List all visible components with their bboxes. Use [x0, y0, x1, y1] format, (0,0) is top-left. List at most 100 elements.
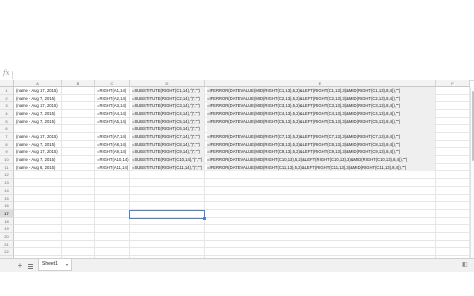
row-header-18[interactable]: 18 [0, 217, 14, 226]
row-header-20[interactable]: 20 [0, 232, 14, 241]
row-header-10[interactable]: 10 [0, 156, 14, 164]
row-header-4[interactable]: 4 [0, 110, 14, 118]
row-header-15[interactable]: 15 [0, 194, 14, 203]
row-header-21[interactable]: 21 [0, 240, 14, 249]
row-header-16[interactable]: 16 [0, 202, 14, 210]
row-header-11[interactable]: 11 [0, 163, 14, 172]
cell-c11[interactable]: =RIGHT(A11,14) [97, 164, 129, 172]
cell-e2[interactable]: =IFERROR(DATEVALUE(MID(RIGHT(C2,13),5,2)… [207, 94, 435, 103]
cell-a5[interactable]: (name - Aug 7, 2015) [16, 118, 61, 126]
cell-c2[interactable]: =RIGHT(A2,14) [97, 95, 129, 103]
cell-c9[interactable]: =RIGHT(A9,14) [97, 148, 129, 156]
row-header-12[interactable]: 12 [0, 171, 14, 180]
cell-a9[interactable]: (name - Aug 17, 2015) [16, 148, 61, 156]
cell-a6[interactable] [16, 125, 61, 133]
row-header-2[interactable]: 2 [0, 94, 14, 103]
cell-c1[interactable]: =RIGHT(A1,14) [97, 87, 129, 95]
table-row: (name - Aug 7, 2015) =RIGHT(A8,14) =SUBSTI… [14, 140, 470, 149]
cell-e6[interactable] [207, 125, 435, 134]
sheet-tab-bar: + Sheet1 ▾ ◧ [0, 258, 474, 272]
column-header-b[interactable]: B [62, 80, 95, 87]
all-sheets-menu-icon[interactable] [27, 261, 35, 270]
table-row [14, 248, 470, 256]
cell-d8[interactable]: =SUBSTITUTE(RIGHT(C8,14),")","") [132, 140, 204, 149]
cell-a8[interactable]: (name - Aug 7, 2015) [16, 141, 61, 149]
table-row: (name - Aug 7, 2015) =RIGHT(A10,14) =SUBST… [14, 156, 470, 164]
row-header-14[interactable]: 14 [0, 186, 14, 195]
cell-c6[interactable] [97, 125, 129, 133]
add-sheet-icon[interactable]: + [16, 261, 24, 270]
cell-e11[interactable]: =IFERROR(DATEVALUE(MID(RIGHT(C11,13),5,2… [207, 163, 435, 172]
table-row: (name - Aug 17, 2015) =RIGHT(A9,14) =SUBST… [14, 148, 470, 157]
table-row [14, 241, 470, 249]
row-header-17[interactable]: 17 [0, 209, 14, 218]
column-header-f[interactable]: F [436, 80, 470, 87]
fx-icon: fx [3, 69, 10, 77]
row-header-22[interactable]: 22 [0, 248, 14, 256]
cell-d3[interactable]: =SUBSTITUTE(RIGHT(C3,14),")","") [132, 102, 204, 111]
cell-c3[interactable]: =RIGHT(A3,14) [97, 102, 129, 110]
cell-a7[interactable]: (name - Aug 17, 2015) [16, 133, 61, 141]
row-header-5[interactable]: 5 [0, 117, 14, 126]
table-row: (name - Aug 17, 2015) =RIGHT(A7,14) =SUBST… [14, 133, 470, 141]
row-header-1[interactable]: 1 [0, 87, 14, 95]
cell-a3[interactable]: (name - Aug 17, 2015) [16, 102, 61, 110]
cell-d2[interactable]: =SUBSTITUTE(RIGHT(C2,14),")","") [132, 94, 204, 103]
row-header-6[interactable]: 6 [0, 125, 14, 134]
cell-d6[interactable]: =SUBSTITUTE(RIGHT(C6,14),")","") [132, 125, 204, 134]
table-row: (name - Aug 17, 2015) =RIGHT(A3,14) =SUBST… [14, 102, 470, 111]
cell-c10[interactable]: =RIGHT(A10,14) [97, 156, 129, 164]
cell-a10[interactable]: (name - Aug 7, 2015) [16, 156, 61, 164]
column-header-d[interactable]: D [130, 80, 205, 87]
cell-c5[interactable]: =RIGHT(A5,14) [97, 118, 129, 126]
row-header-7[interactable]: 7 [0, 133, 14, 141]
row-header-13[interactable]: 13 [0, 179, 14, 187]
select-all-corner[interactable] [0, 80, 14, 87]
cell-d7[interactable]: =SUBSTITUTE(RIGHT(C7,14),")","") [132, 133, 204, 141]
cell-d5[interactable]: =SUBSTITUTE(RIGHT(C5,14),")","") [132, 117, 204, 126]
cell-e9[interactable]: =IFERROR(DATEVALUE(MID(RIGHT(C9,13),5,2)… [207, 148, 435, 157]
row-header-8[interactable]: 8 [0, 140, 14, 149]
cell-c8[interactable]: =RIGHT(A8,14) [97, 141, 129, 149]
cell-d9[interactable]: =SUBSTITUTE(RIGHT(C9,14),")","") [132, 148, 204, 157]
cell-c7[interactable]: =RIGHT(A7,14) [97, 133, 129, 141]
cell-e4[interactable]: =IFERROR(DATEVALUE(MID(RIGHT(C4,13),5,2)… [207, 110, 435, 118]
vertical-scrollbar[interactable] [470, 87, 474, 258]
sheet-tab[interactable]: Sheet1 ▾ [38, 259, 72, 271]
cell-a2[interactable]: (name - Aug 7, 2015) [16, 95, 61, 103]
table-row: =SUBSTITUTE(RIGHT(C6,14),")","") [14, 125, 470, 134]
cell-d1[interactable]: =SUBSTITUTE(RIGHT(C1,14),")","") [132, 87, 204, 95]
cell-d4[interactable]: =SUBSTITUTE(RIGHT(C4,14),")","") [132, 110, 204, 118]
formula-input[interactable] [14, 70, 474, 80]
cell-c4[interactable]: =RIGHT(A4,14) [97, 110, 129, 118]
table-row: (name - Aug 17, 2015) =RIGHT(A1,14) =SUBST… [14, 87, 470, 95]
row-header-3[interactable]: 3 [0, 102, 14, 111]
cell-d10[interactable]: =SUBSTITUTE(RIGHT(C10,14),")","") [132, 156, 204, 164]
cell-e3[interactable]: =IFERROR(DATEVALUE(MID(RIGHT(C3,13),5,2)… [207, 102, 435, 111]
cell-e7[interactable]: =IFERROR(DATEVALUE(MID(RIGHT(C7,13),5,2)… [207, 133, 435, 141]
table-row: (name - Aug 7, 2015) =RIGHT(A2,14) =SUBSTI… [14, 94, 470, 103]
cell-d11[interactable]: =SUBSTITUTE(RIGHT(C11,14),")","") [132, 163, 204, 172]
row-header-9[interactable]: 9 [0, 148, 14, 157]
fill-handle[interactable] [203, 216, 206, 220]
cell-e10[interactable]: =IFERROR(DATEVALUE(MID(RIGHT(C10,13),5,2… [207, 156, 435, 164]
cell-e1[interactable]: =IFERROR(DATEVALUE(MID(RIGHT(C1,13),5,2)… [207, 87, 435, 95]
column-header-e[interactable]: E [205, 80, 436, 87]
sheet-tab-caret-icon[interactable]: ▾ [66, 259, 68, 270]
cell-e5[interactable]: =IFERROR(DATEVALUE(MID(RIGHT(C5,13),5,2)… [207, 117, 435, 126]
cell-e8[interactable]: =IFERROR(DATEVALUE(MID(RIGHT(C8,13),5,2)… [207, 140, 435, 149]
column-header-a[interactable]: A [14, 80, 62, 87]
table-row: (name - Aug 7, 2015) =RIGHT(A4,14) =SUBSTI… [14, 110, 470, 118]
table-row [14, 179, 470, 187]
cell-a1[interactable]: (name - Aug 17, 2015) [16, 87, 61, 95]
column-header-c[interactable]: C [95, 80, 130, 87]
cell-a11[interactable]: (name - Aug 6, 2015) [16, 164, 61, 172]
table-row [14, 210, 470, 218]
selected-cell-outline[interactable] [129, 209, 205, 219]
cell-a4[interactable]: (name - Aug 7, 2015) [16, 110, 61, 118]
table-row [14, 187, 470, 195]
table-row [14, 195, 470, 203]
row-header-19[interactable]: 19 [0, 225, 14, 233]
formula-bar-divider [12, 71, 13, 79]
explore-icon[interactable]: ◧ [462, 261, 470, 270]
